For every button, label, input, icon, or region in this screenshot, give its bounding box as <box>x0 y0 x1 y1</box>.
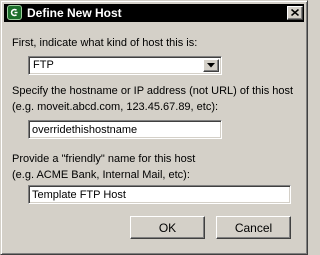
hostname-label-line2: (e.g. moveit.abcd.com, 123.45.67.89, etc… <box>12 101 219 113</box>
hostname-input[interactable] <box>28 120 222 139</box>
window-title: Define New Host <box>27 6 122 20</box>
close-button[interactable] <box>287 6 303 20</box>
moveit-icon[interactable] <box>7 5 22 20</box>
ok-button[interactable]: OK <box>130 216 205 239</box>
close-icon <box>291 9 299 16</box>
chevron-down-icon <box>207 63 215 68</box>
define-new-host-dialog: Define New Host First, indicate what kin… <box>0 0 308 255</box>
hostname-label-line1: Specify the hostname or IP address (not … <box>12 85 294 97</box>
host-type-selected-value: FTP <box>33 59 54 71</box>
friendly-name-input[interactable] <box>28 185 291 204</box>
title-bar[interactable]: Define New Host <box>4 4 304 22</box>
friendly-name-label-line2: (e.g. ACME Bank, Internal Mail, etc): <box>12 169 190 181</box>
host-type-label: First, indicate what kind of host this i… <box>12 37 198 49</box>
host-type-select[interactable]: FTP <box>28 56 222 75</box>
host-type-dropdown-button[interactable] <box>203 59 219 72</box>
friendly-name-label-line1: Provide a "friendly" name for this host <box>12 153 196 165</box>
cancel-button[interactable]: Cancel <box>216 216 291 239</box>
